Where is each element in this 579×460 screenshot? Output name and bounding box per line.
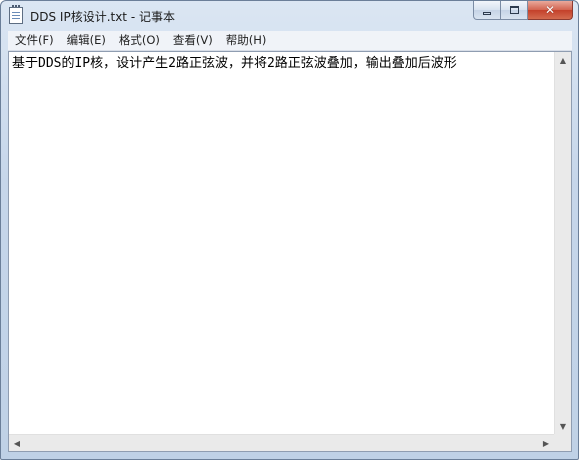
- text-editor[interactable]: 基于DDS的IP核，设计产生2路正弦波，并将2路正弦波叠加，输出叠加后波形 ▲ …: [8, 51, 572, 452]
- menu-edit[interactable]: 编辑(E): [60, 31, 112, 50]
- vertical-scrollbar[interactable]: ▲ ▼: [554, 52, 571, 434]
- scroll-right-arrow-icon[interactable]: ▶: [538, 435, 554, 451]
- close-button[interactable]: ✕: [528, 1, 573, 20]
- scroll-down-arrow-icon[interactable]: ▼: [555, 418, 571, 434]
- maximize-button[interactable]: [501, 1, 528, 20]
- size-grip[interactable]: [554, 434, 571, 451]
- maximize-icon: [509, 6, 519, 14]
- minimize-icon: [483, 11, 491, 15]
- title-bar[interactable]: DDS IP核设计.txt - 记事本 ✕: [1, 1, 578, 31]
- minimize-button[interactable]: [473, 1, 501, 20]
- notepad-window: DDS IP核设计.txt - 记事本 ✕ 文件(F) 编辑(E) 格式(O) …: [0, 0, 579, 460]
- menu-help[interactable]: 帮助(H): [219, 31, 273, 50]
- menu-bar: 文件(F) 编辑(E) 格式(O) 查看(V) 帮助(H): [8, 31, 572, 51]
- horizontal-scrollbar[interactable]: ◀ ▶: [9, 434, 554, 451]
- caption-buttons: ✕: [473, 1, 573, 20]
- document-text[interactable]: 基于DDS的IP核，设计产生2路正弦波，并将2路正弦波叠加，输出叠加后波形: [12, 55, 550, 72]
- menu-view[interactable]: 查看(V): [166, 31, 219, 50]
- menu-file[interactable]: 文件(F): [8, 31, 60, 50]
- notepad-icon[interactable]: [9, 5, 23, 24]
- close-icon: ✕: [544, 3, 556, 17]
- scroll-up-arrow-icon[interactable]: ▲: [555, 52, 571, 68]
- menu-format[interactable]: 格式(O): [112, 31, 166, 50]
- scroll-left-arrow-icon[interactable]: ◀: [9, 435, 25, 451]
- window-title: DDS IP核设计.txt - 记事本: [30, 10, 175, 24]
